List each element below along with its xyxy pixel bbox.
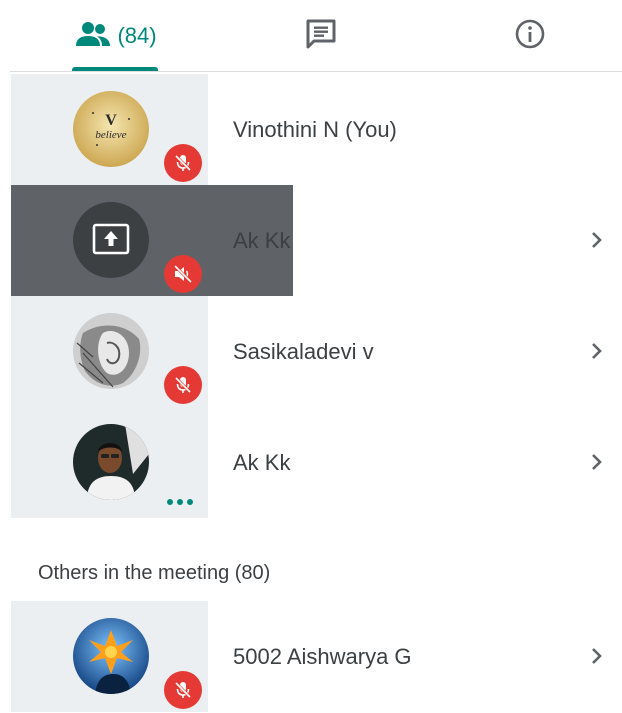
participant-name: Vinothini N (You) <box>233 117 397 142</box>
volume-off-icon <box>173 264 193 284</box>
mic-off-icon <box>174 376 192 394</box>
tab-divider <box>10 71 622 72</box>
chevron-right-icon[interactable] <box>582 447 612 477</box>
mic-off-badge <box>164 671 202 709</box>
chevron-right-icon[interactable] <box>582 336 612 366</box>
people-icon <box>75 21 111 52</box>
participant-name: 5002 Aishwarya G <box>233 644 412 669</box>
presenting-avatar <box>73 202 149 278</box>
mic-off-badge <box>164 144 202 182</box>
participant-count: (84) <box>117 23 157 48</box>
svg-text:V: V <box>105 112 117 129</box>
present-screen-icon <box>92 223 130 255</box>
avatar <box>73 313 149 389</box>
participant-name: Ak Kk <box>233 228 291 253</box>
avatar <box>73 424 149 500</box>
tab-info[interactable] <box>485 0 575 72</box>
participant-tile <box>11 407 208 518</box>
participant-tile <box>11 296 208 407</box>
avatar: V believe <box>73 91 149 167</box>
participant-tile: V believe <box>11 74 208 185</box>
tab-people[interactable]: (84) <box>62 0 170 72</box>
speaking-indicator <box>167 499 193 505</box>
participant-name: Ak Kk <box>233 450 291 475</box>
tab-chat[interactable] <box>276 0 366 72</box>
mic-off-badge <box>164 366 202 404</box>
mic-off-icon <box>174 681 192 699</box>
avatar <box>73 618 149 694</box>
svg-text:believe: believe <box>95 129 126 141</box>
tab-bar: (84) <box>0 0 622 72</box>
participant-row[interactable]: V believe Vinothini N (You) <box>11 74 622 185</box>
participant-name: Sasikaladevi v <box>233 339 374 364</box>
info-icon <box>514 18 546 55</box>
volume-off-badge <box>164 255 202 293</box>
participant-row[interactable]: Ak Kk <box>11 185 622 296</box>
participant-row[interactable]: 5002 Aishwarya G <box>11 601 622 712</box>
participant-row[interactable]: Sasikaladevi v <box>11 296 622 407</box>
chevron-right-icon[interactable] <box>582 641 612 671</box>
chat-icon <box>304 18 338 55</box>
others-section-label: Others in the meeting (80) <box>38 562 271 584</box>
participant-row[interactable]: Ak Kk <box>11 407 622 518</box>
participant-tile <box>11 601 208 712</box>
mic-off-icon <box>174 154 192 172</box>
chevron-right-icon[interactable] <box>582 225 612 255</box>
